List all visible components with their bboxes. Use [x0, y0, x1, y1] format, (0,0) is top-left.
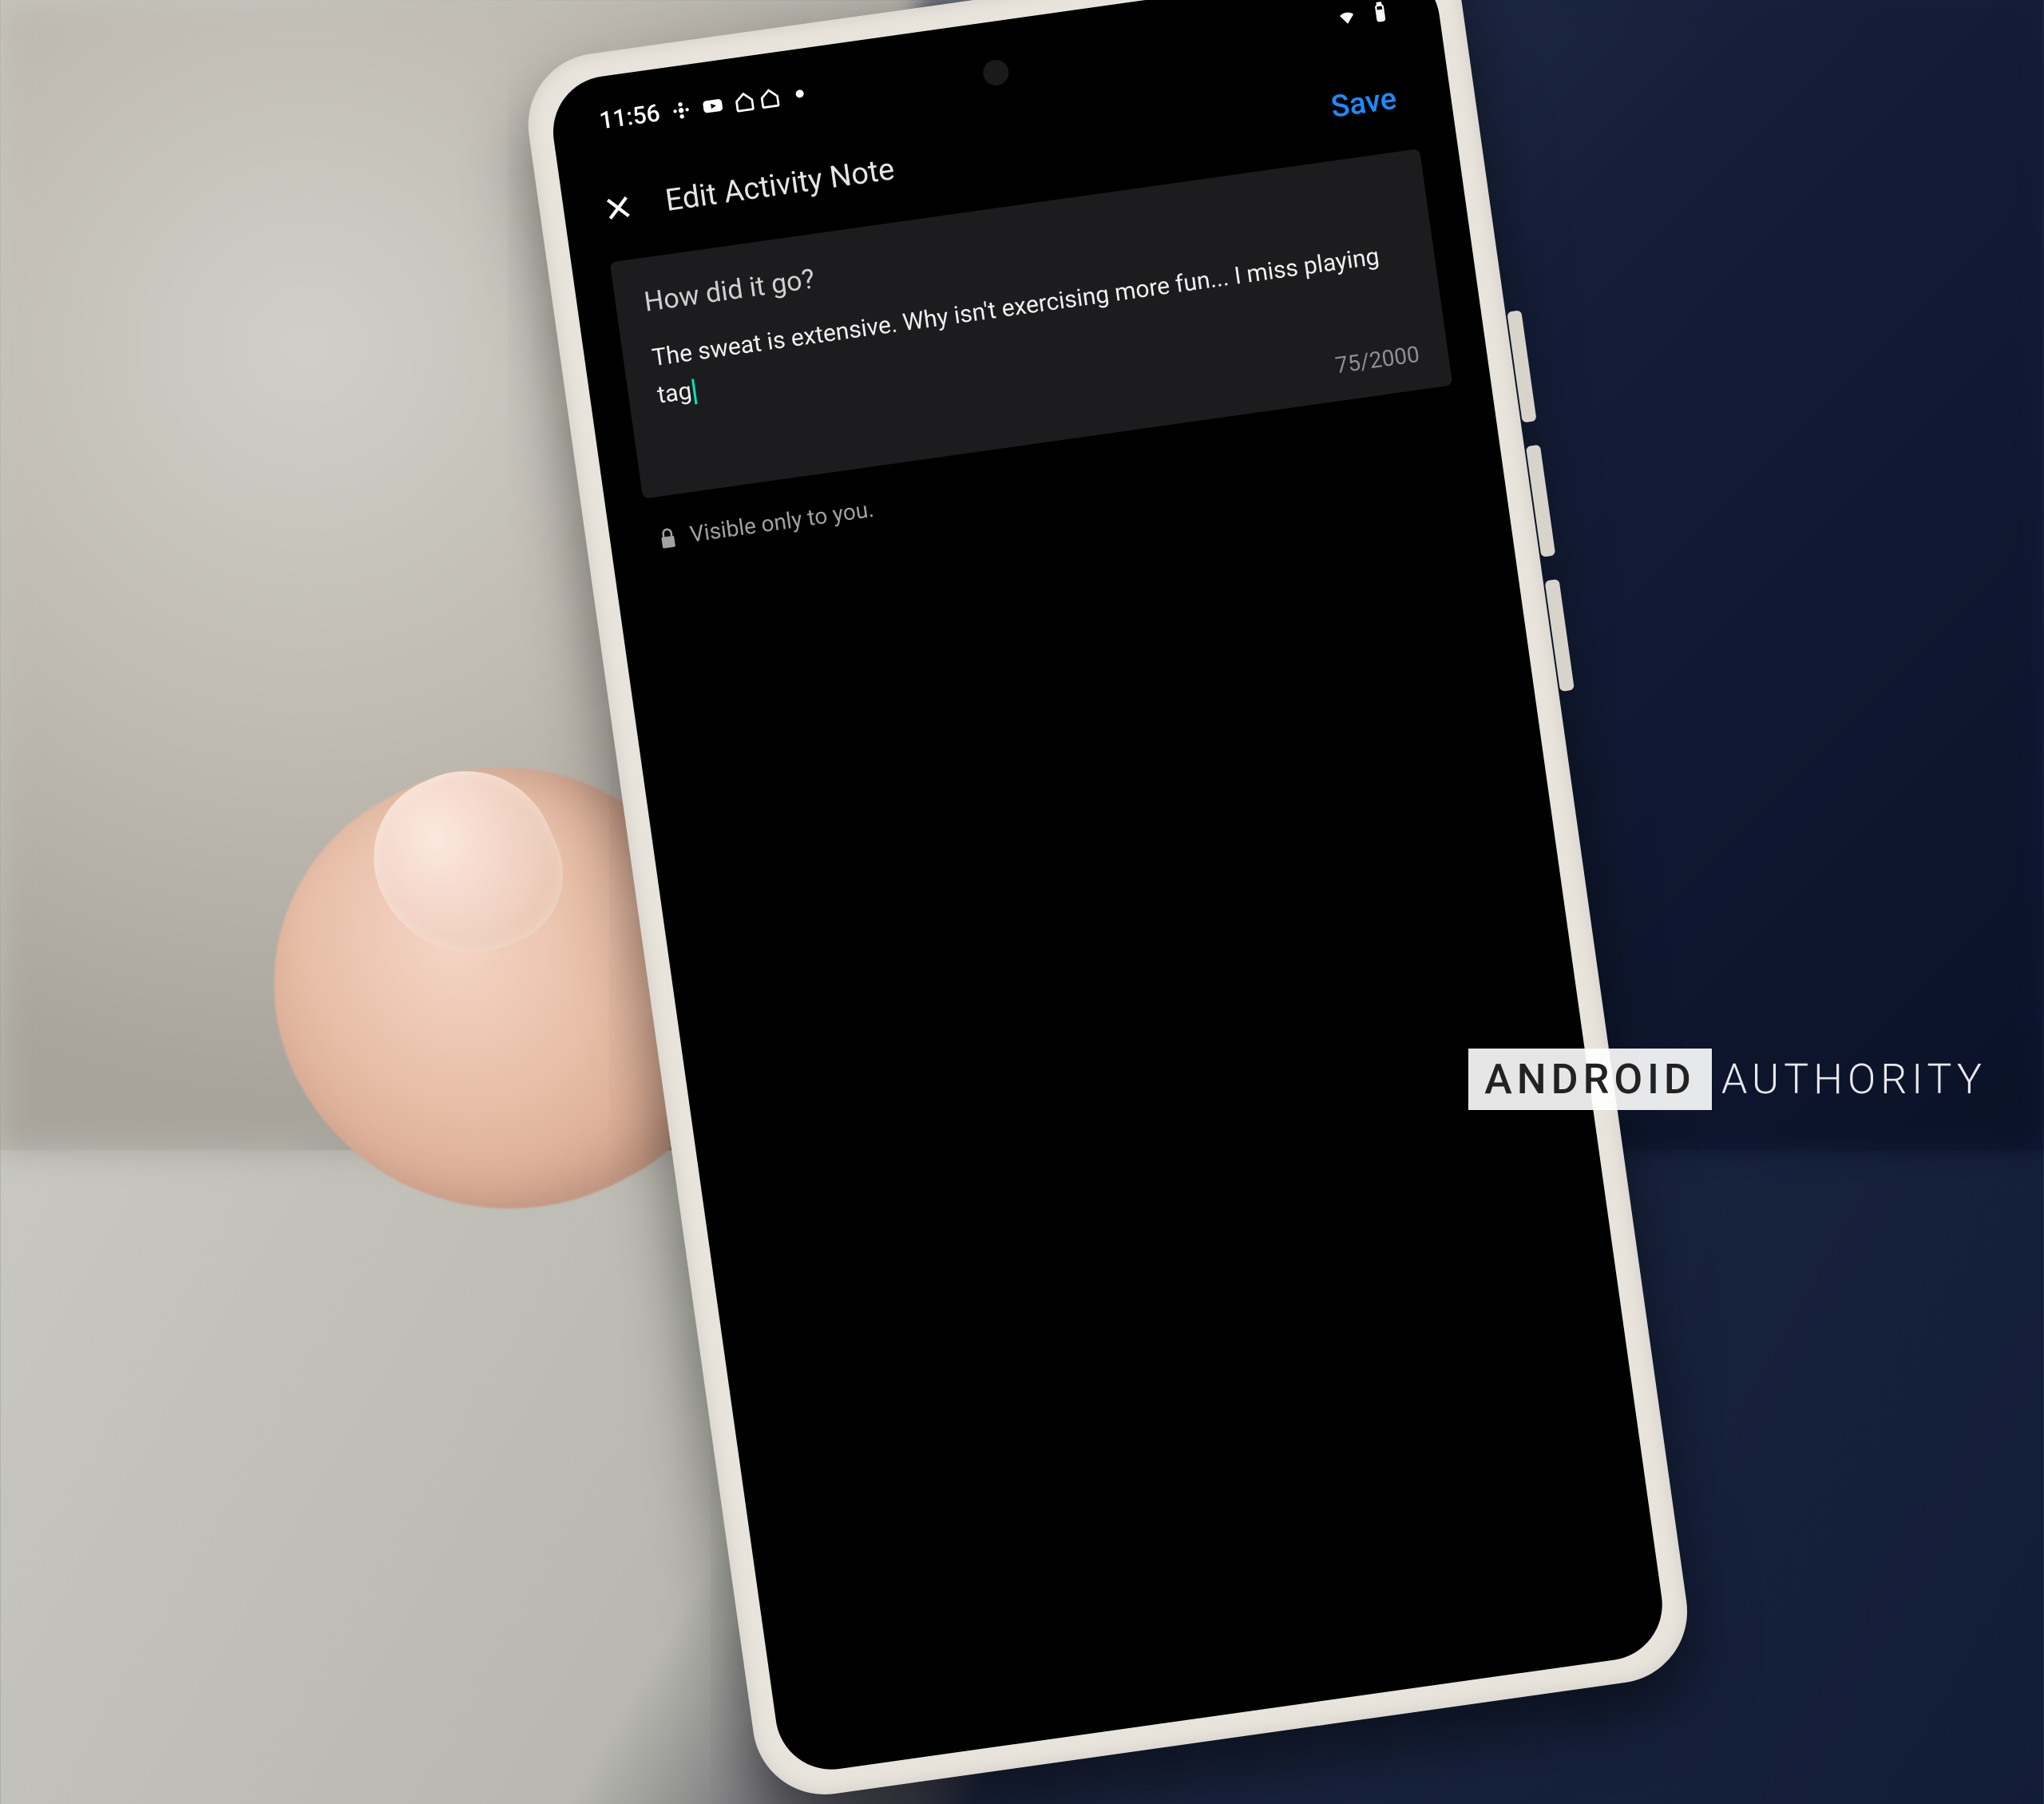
status-time: 11:56: [598, 99, 662, 135]
app-content: Edit Activity Note Save How did it go? T…: [560, 54, 1503, 587]
watermark-suffix: AUTHORITY: [1712, 1049, 1996, 1110]
phone-side-button: [1526, 445, 1555, 557]
home-icon: [733, 89, 756, 113]
notification-dot-icon: [795, 89, 804, 97]
save-button[interactable]: Save: [1329, 79, 1414, 125]
battery-icon: [1369, 0, 1392, 23]
lock-icon: [657, 525, 679, 550]
youtube-icon: [701, 94, 724, 117]
close-icon: [600, 190, 636, 226]
home-icon: [758, 86, 781, 109]
phone-device: 11:56: [519, 0, 1804, 1329]
watermark: ANDROID AUTHORITY: [1468, 1049, 1996, 1110]
watermark-brand: ANDROID: [1468, 1049, 1712, 1110]
phone-side-button: [1545, 579, 1575, 692]
wifi-icon: [1335, 5, 1358, 28]
phone-side-button: [1507, 310, 1536, 422]
close-button[interactable]: [600, 190, 636, 226]
fitbit-icon: [669, 98, 692, 121]
phone-screen: 11:56: [546, 0, 1670, 1777]
visibility-label: Visible only to you.: [688, 496, 876, 548]
